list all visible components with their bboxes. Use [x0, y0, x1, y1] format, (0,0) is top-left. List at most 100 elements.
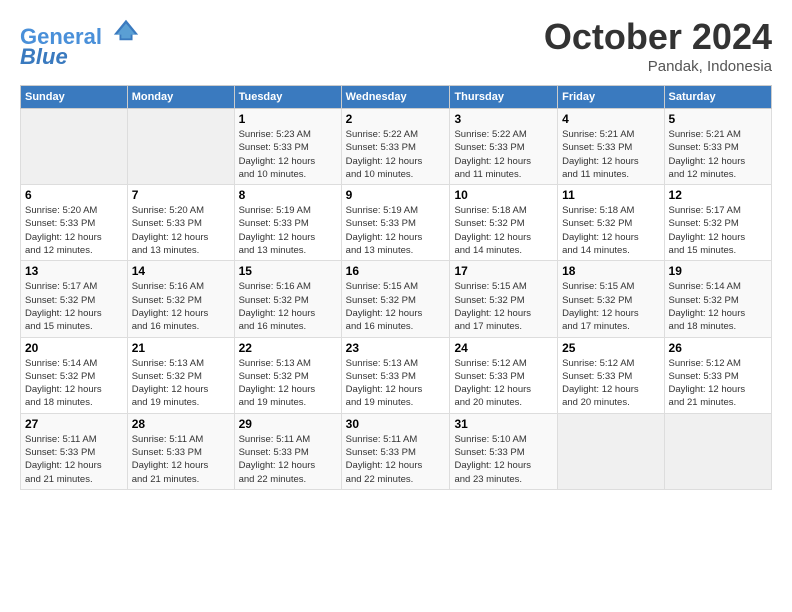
calendar-cell: 28 Sunrise: 5:11 AM Sunset: 5:33 PM Dayli…	[127, 413, 234, 489]
calendar-cell: 12 Sunrise: 5:17 AM Sunset: 5:32 PM Dayli…	[664, 185, 771, 261]
month-title: October 2024	[544, 16, 772, 58]
calendar-cell: 31Sunrise: 5:10 AM Sunset: 5:33 PM Dayli…	[450, 413, 558, 489]
day-number: 5	[669, 112, 767, 126]
day-info: Sunrise: 5:17 AM Sunset: 5:32 PM Dayligh…	[25, 280, 123, 333]
calendar-cell: 1Sunrise: 5:23 AM Sunset: 5:33 PM Daylig…	[234, 109, 341, 185]
day-number: 29	[239, 417, 337, 431]
day-number: 4	[562, 112, 659, 126]
logo: General Blue	[20, 16, 140, 69]
calendar-cell: 14Sunrise: 5:16 AM Sunset: 5:32 PM Dayli…	[127, 261, 234, 337]
location: Pandak, Indonesia	[544, 58, 772, 75]
day-number: 16	[346, 264, 446, 278]
day-info: Sunrise: 5:22 AM Sunset: 5:33 PM Dayligh…	[454, 128, 553, 181]
calendar-cell: 25Sunrise: 5:12 AM Sunset: 5:33 PM Dayli…	[558, 337, 664, 413]
calendar-body: 1Sunrise: 5:23 AM Sunset: 5:33 PM Daylig…	[21, 109, 772, 490]
day-number: 14	[132, 264, 230, 278]
calendar-page: General Blue October 2024 Pandak, Indone…	[0, 0, 792, 500]
calendar-cell: 6 Sunrise: 5:20 AM Sunset: 5:33 PM Daylig…	[21, 185, 128, 261]
day-number: 26	[669, 341, 767, 355]
day-number: 8	[239, 188, 337, 202]
weekday-header-cell: Monday	[127, 86, 234, 109]
day-number: 6	[25, 188, 123, 202]
day-info: Sunrise: 5:14 AM Sunset: 5:32 PM Dayligh…	[25, 357, 123, 410]
weekday-header-cell: Saturday	[664, 86, 771, 109]
weekday-header-cell: Thursday	[450, 86, 558, 109]
calendar-cell: 29Sunrise: 5:11 AM Sunset: 5:33 PM Dayli…	[234, 413, 341, 489]
header: General Blue October 2024 Pandak, Indone…	[20, 16, 772, 75]
calendar-table: SundayMondayTuesdayWednesdayThursdayFrid…	[20, 85, 772, 490]
calendar-cell: 18 Sunrise: 5:15 AM Sunset: 5:32 PM Dayli…	[558, 261, 664, 337]
day-number: 7	[132, 188, 230, 202]
weekday-header-cell: Wednesday	[341, 86, 450, 109]
day-info: Sunrise: 5:20 AM Sunset: 5:33 PM Dayligh…	[25, 204, 123, 257]
day-info: Sunrise: 5:16 AM Sunset: 5:32 PM Dayligh…	[239, 280, 337, 333]
day-number: 2	[346, 112, 446, 126]
calendar-cell	[664, 413, 771, 489]
day-info: Sunrise: 5:15 AM Sunset: 5:32 PM Dayligh…	[454, 280, 553, 333]
day-number: 19	[669, 264, 767, 278]
title-block: October 2024 Pandak, Indonesia	[544, 16, 772, 75]
day-info: Sunrise: 5:13 AM Sunset: 5:33 PM Dayligh…	[346, 357, 446, 410]
day-number: 3	[454, 112, 553, 126]
calendar-cell: 24Sunrise: 5:12 AM Sunset: 5:33 PM Dayli…	[450, 337, 558, 413]
weekday-header-cell: Sunday	[21, 86, 128, 109]
day-info: Sunrise: 5:21 AM Sunset: 5:33 PM Dayligh…	[562, 128, 659, 181]
day-number: 23	[346, 341, 446, 355]
weekday-header-cell: Friday	[558, 86, 664, 109]
day-number: 22	[239, 341, 337, 355]
day-info: Sunrise: 5:15 AM Sunset: 5:32 PM Dayligh…	[562, 280, 659, 333]
calendar-cell: 9 Sunrise: 5:19 AM Sunset: 5:33 PM Daylig…	[341, 185, 450, 261]
calendar-week-row: 13Sunrise: 5:17 AM Sunset: 5:32 PM Dayli…	[21, 261, 772, 337]
day-info: Sunrise: 5:11 AM Sunset: 5:33 PM Dayligh…	[132, 433, 230, 486]
weekday-header-cell: Tuesday	[234, 86, 341, 109]
day-info: Sunrise: 5:20 AM Sunset: 5:33 PM Dayligh…	[132, 204, 230, 257]
day-number: 31	[454, 417, 553, 431]
day-number: 17	[454, 264, 553, 278]
calendar-week-row: 1Sunrise: 5:23 AM Sunset: 5:33 PM Daylig…	[21, 109, 772, 185]
calendar-cell: 13Sunrise: 5:17 AM Sunset: 5:32 PM Dayli…	[21, 261, 128, 337]
day-info: Sunrise: 5:21 AM Sunset: 5:33 PM Dayligh…	[669, 128, 767, 181]
calendar-cell: 22 Sunrise: 5:13 AM Sunset: 5:32 PM Dayli…	[234, 337, 341, 413]
day-number: 15	[239, 264, 337, 278]
calendar-cell	[127, 109, 234, 185]
calendar-week-row: 20Sunrise: 5:14 AM Sunset: 5:32 PM Dayli…	[21, 337, 772, 413]
day-info: Sunrise: 5:18 AM Sunset: 5:32 PM Dayligh…	[562, 204, 659, 257]
calendar-cell: 19 Sunrise: 5:14 AM Sunset: 5:32 PM Dayli…	[664, 261, 771, 337]
day-number: 18	[562, 264, 659, 278]
day-number: 10	[454, 188, 553, 202]
day-info: Sunrise: 5:11 AM Sunset: 5:33 PM Dayligh…	[25, 433, 123, 486]
calendar-cell: 11 Sunrise: 5:18 AM Sunset: 5:32 PM Dayli…	[558, 185, 664, 261]
day-info: Sunrise: 5:11 AM Sunset: 5:33 PM Dayligh…	[346, 433, 446, 486]
calendar-cell: 5 Sunrise: 5:21 AM Sunset: 5:33 PM Daylig…	[664, 109, 771, 185]
calendar-cell: 7 Sunrise: 5:20 AM Sunset: 5:33 PM Daylig…	[127, 185, 234, 261]
day-info: Sunrise: 5:13 AM Sunset: 5:32 PM Dayligh…	[239, 357, 337, 410]
calendar-cell: 4 Sunrise: 5:21 AM Sunset: 5:33 PM Daylig…	[558, 109, 664, 185]
calendar-cell: 3 Sunrise: 5:22 AM Sunset: 5:33 PM Daylig…	[450, 109, 558, 185]
day-number: 28	[132, 417, 230, 431]
logo-icon	[112, 16, 140, 44]
day-info: Sunrise: 5:17 AM Sunset: 5:32 PM Dayligh…	[669, 204, 767, 257]
day-number: 24	[454, 341, 553, 355]
calendar-cell: 15 Sunrise: 5:16 AM Sunset: 5:32 PM Dayli…	[234, 261, 341, 337]
day-number: 9	[346, 188, 446, 202]
calendar-week-row: 27 Sunrise: 5:11 AM Sunset: 5:33 PM Dayli…	[21, 413, 772, 489]
calendar-cell	[21, 109, 128, 185]
day-info: Sunrise: 5:13 AM Sunset: 5:32 PM Dayligh…	[132, 357, 230, 410]
day-info: Sunrise: 5:22 AM Sunset: 5:33 PM Dayligh…	[346, 128, 446, 181]
calendar-cell: 21Sunrise: 5:13 AM Sunset: 5:32 PM Dayli…	[127, 337, 234, 413]
weekday-header-row: SundayMondayTuesdayWednesdayThursdayFrid…	[21, 86, 772, 109]
day-info: Sunrise: 5:12 AM Sunset: 5:33 PM Dayligh…	[669, 357, 767, 410]
day-info: Sunrise: 5:23 AM Sunset: 5:33 PM Dayligh…	[239, 128, 337, 181]
day-number: 11	[562, 188, 659, 202]
day-info: Sunrise: 5:19 AM Sunset: 5:33 PM Dayligh…	[346, 204, 446, 257]
day-info: Sunrise: 5:12 AM Sunset: 5:33 PM Dayligh…	[562, 357, 659, 410]
calendar-cell: 16 Sunrise: 5:15 AM Sunset: 5:32 PM Dayli…	[341, 261, 450, 337]
calendar-cell: 26 Sunrise: 5:12 AM Sunset: 5:33 PM Dayli…	[664, 337, 771, 413]
day-info: Sunrise: 5:15 AM Sunset: 5:32 PM Dayligh…	[346, 280, 446, 333]
day-info: Sunrise: 5:18 AM Sunset: 5:32 PM Dayligh…	[454, 204, 553, 257]
calendar-cell: 8Sunrise: 5:19 AM Sunset: 5:33 PM Daylig…	[234, 185, 341, 261]
day-info: Sunrise: 5:14 AM Sunset: 5:32 PM Dayligh…	[669, 280, 767, 333]
calendar-cell: 30Sunrise: 5:11 AM Sunset: 5:33 PM Dayli…	[341, 413, 450, 489]
day-number: 12	[669, 188, 767, 202]
day-number: 27	[25, 417, 123, 431]
